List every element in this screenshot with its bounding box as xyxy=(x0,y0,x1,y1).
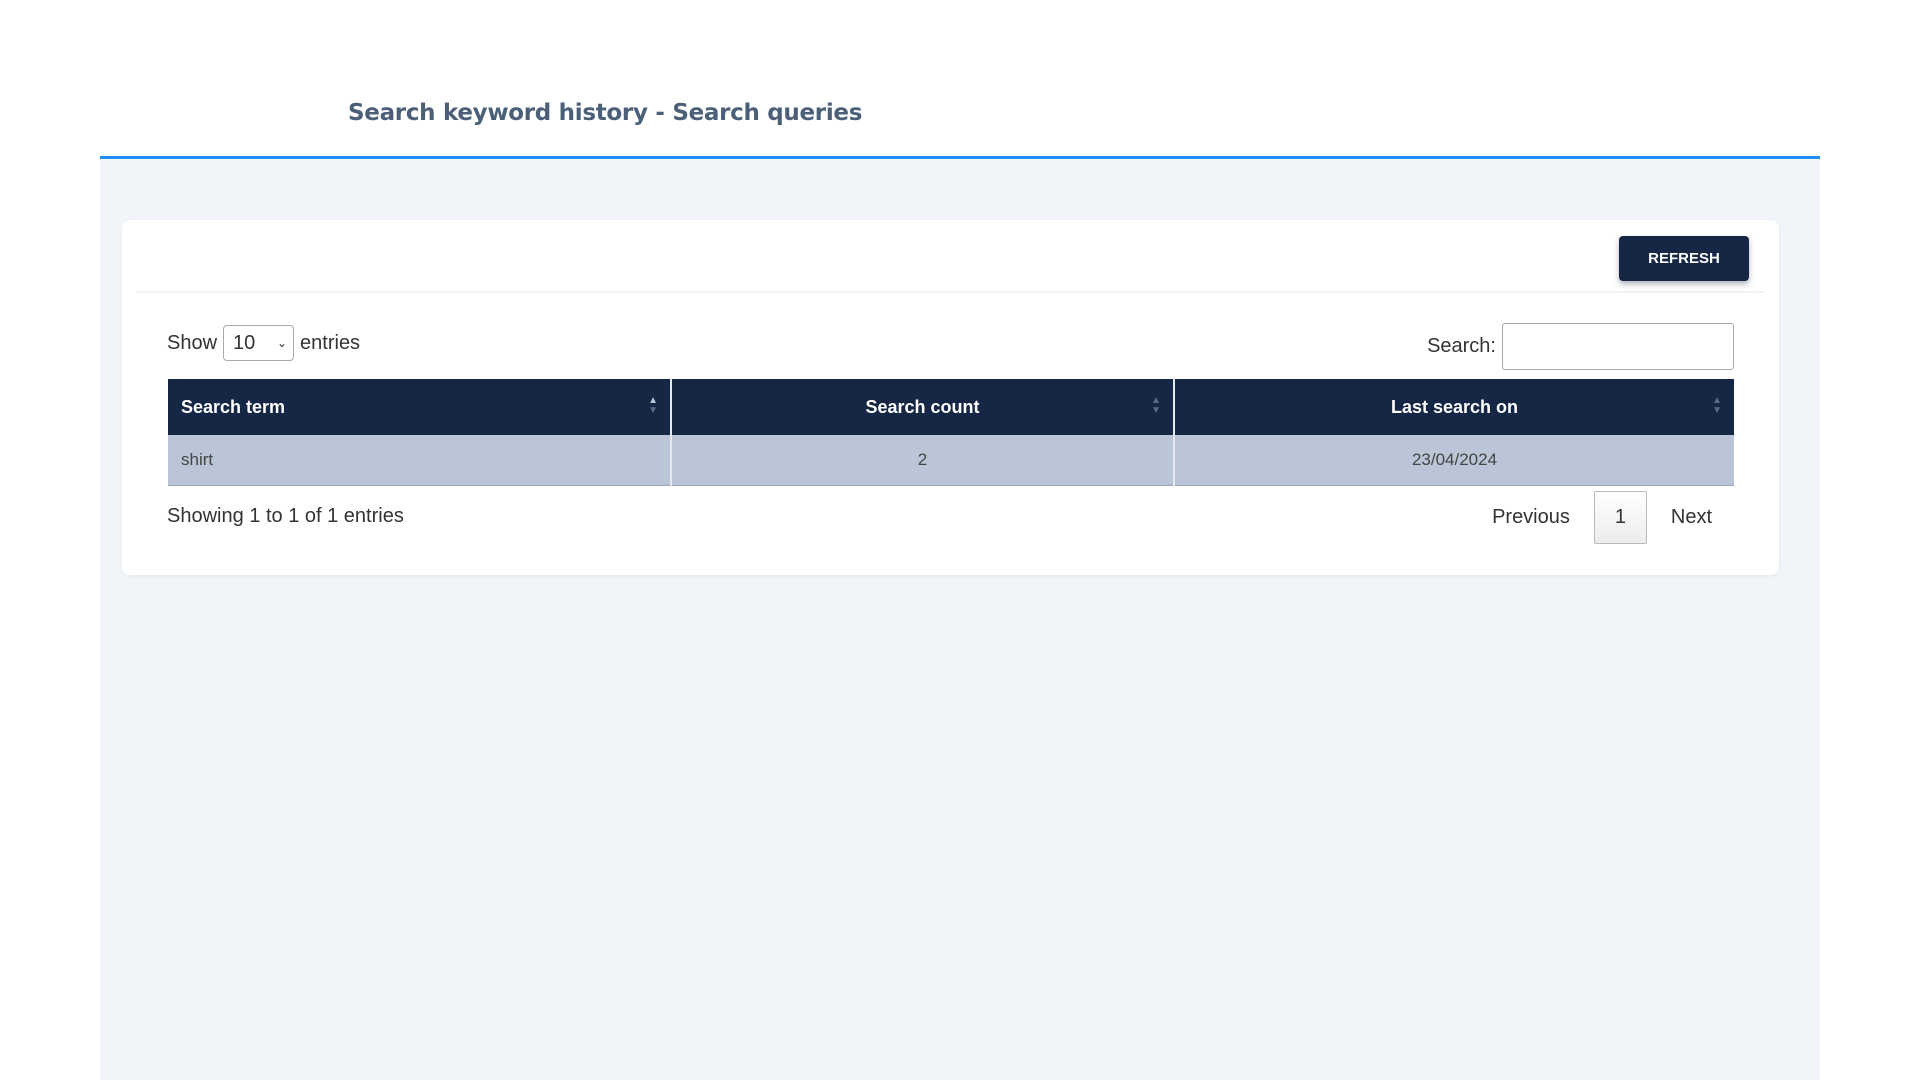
data-table: Search term ▲ ▼ Search count ▲ ▼ Last search… xyxy=(168,379,1734,486)
pagination: Previous 1 Next xyxy=(1492,491,1712,544)
card-divider xyxy=(137,291,1764,293)
next-button[interactable]: Next xyxy=(1671,506,1712,529)
column-header-last-search-on[interactable]: Last search on ▲ ▼ xyxy=(1173,379,1734,435)
search-label: Search: xyxy=(1427,335,1496,357)
sort-icon: ▲ ▼ xyxy=(1151,395,1161,416)
column-label: Search count xyxy=(865,396,980,417)
card: REFRESH Show 10 ⌄ entries Search: Search … xyxy=(122,220,1779,575)
show-label: Show xyxy=(167,331,218,354)
entries-label: entries xyxy=(300,331,361,354)
entries-select[interactable]: 10 ⌄ xyxy=(223,325,295,361)
search-input[interactable] xyxy=(1502,323,1734,370)
column-label: Last search on xyxy=(1390,396,1519,417)
column-header-search-count[interactable]: Search count ▲ ▼ xyxy=(670,379,1174,435)
column-header-search-term[interactable]: Search term ▲ ▼ xyxy=(168,379,671,435)
cell-search-count: 2 xyxy=(670,435,1174,486)
entries-select-value: 10 xyxy=(233,331,256,354)
sort-icon: ▲ ▼ xyxy=(648,395,658,416)
previous-button[interactable]: Previous xyxy=(1492,506,1570,529)
chevron-down-icon: ⌄ xyxy=(276,336,288,350)
page-title: Search keyword history - Search queries xyxy=(348,100,863,126)
page-1-button[interactable]: 1 xyxy=(1593,491,1647,544)
cell-last-search-on: 23/04/2024 xyxy=(1173,435,1734,486)
cell-search-term: shirt xyxy=(168,435,671,486)
sort-icon: ▲ ▼ xyxy=(1712,395,1722,416)
length-control: Show 10 ⌄ entries xyxy=(167,325,360,361)
table-row: shirt 2 23/04/2024 xyxy=(168,435,1734,486)
column-label: Search term xyxy=(181,396,286,417)
search-control: Search: xyxy=(1427,323,1734,370)
refresh-button[interactable]: REFRESH xyxy=(1619,236,1749,281)
table-info: Showing 1 to 1 of 1 entries xyxy=(167,505,404,527)
